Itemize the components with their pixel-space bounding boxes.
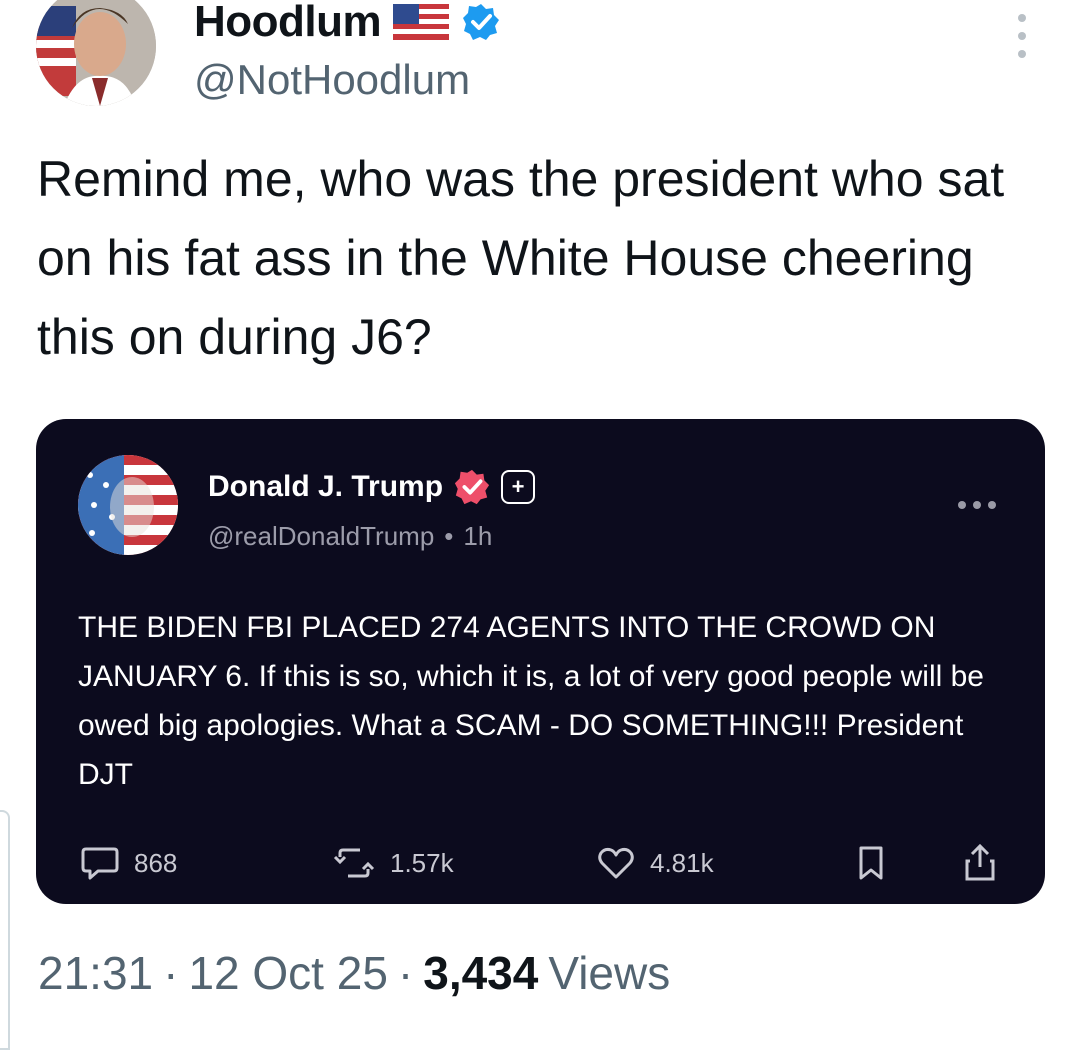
author-name-row[interactable]: Hoodlum	[194, 0, 501, 50]
flag-emoji	[393, 4, 450, 40]
embed-repost-action: 1.57k	[332, 843, 454, 883]
reply-icon	[81, 847, 119, 880]
share-icon	[965, 843, 995, 881]
embed-display-name: Donald J. Trump	[208, 470, 444, 503]
views-label: Views	[548, 947, 671, 999]
heart-icon	[598, 847, 634, 879]
embed-bookmark-action	[856, 843, 886, 883]
embed-share-action	[962, 843, 998, 883]
embed-name-row: Donald J. Trump +	[208, 467, 536, 507]
embed-handle: @realDonaldTrump	[208, 521, 435, 551]
embed-time: 1h	[463, 521, 493, 551]
embed-more-icon	[958, 501, 996, 509]
bookmark-icon	[859, 846, 883, 880]
repost-icon	[333, 848, 375, 878]
reply-count: 868	[134, 847, 178, 878]
verified-badge-icon	[461, 2, 501, 42]
embed-body-text: THE BIDEN FBI PLACED 274 AGENTS INTO THE…	[78, 611, 984, 791]
embed-separator: •	[444, 521, 454, 551]
author-handle[interactable]: @NotHoodlum	[194, 56, 470, 104]
thread-connector-line	[0, 810, 10, 1050]
tweet-date[interactable]: 12 Oct 25	[188, 946, 387, 1000]
more-options-icon[interactable]	[1004, 14, 1040, 58]
author-avatar[interactable]	[36, 0, 156, 106]
like-count: 4.81k	[650, 847, 714, 878]
meta-separator: ·	[163, 947, 179, 999]
embed-reply-action: 868	[80, 843, 177, 883]
views-count: 3,434	[423, 947, 539, 999]
tweet-meta-row: 21:31 · 12 Oct 25 · 3,434 Views	[38, 946, 670, 1000]
repost-count: 1.57k	[390, 847, 454, 878]
embed-verified-badge-icon	[453, 468, 491, 506]
tweet-time[interactable]: 21:31	[38, 946, 153, 1000]
embedded-post-card[interactable]: Donald J. Trump + @realDonaldTrump • 1h …	[36, 419, 1045, 904]
embed-like-action: 4.81k	[596, 843, 714, 883]
embed-handle-row: @realDonaldTrump • 1h	[208, 521, 492, 552]
embed-subscribe-plus-icon: +	[501, 470, 536, 504]
embed-avatar	[78, 455, 178, 555]
author-display-name[interactable]: Hoodlum	[194, 0, 382, 47]
tweet-text: Remind me, who was the president who sat…	[37, 151, 1005, 365]
meta-separator: ·	[397, 947, 414, 999]
